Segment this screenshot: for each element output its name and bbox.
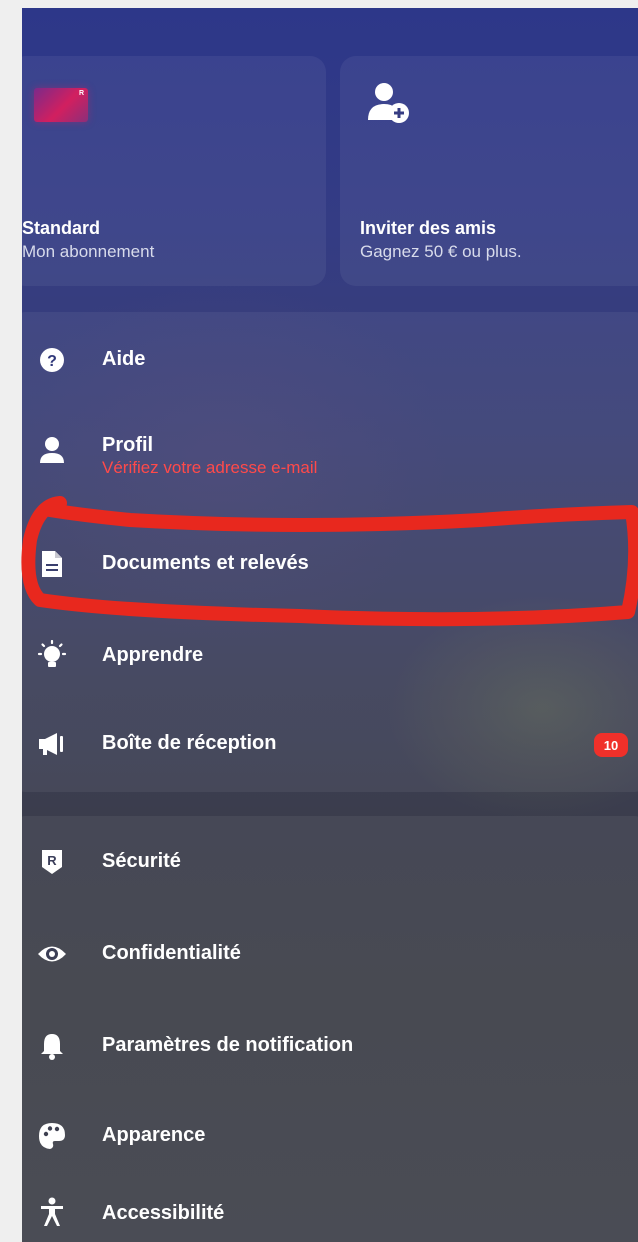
- menu-label: Apprendre: [102, 644, 204, 666]
- add-user-icon: [368, 83, 409, 123]
- menu-label: Documents et relevés: [102, 552, 309, 574]
- menu-label: Aide: [102, 348, 146, 370]
- menu-item-documents[interactable]: Documents et relevés: [22, 534, 638, 594]
- plan-card[interactable]: R Standard Mon abonnement: [22, 56, 326, 286]
- lightbulb-icon: [36, 640, 68, 672]
- menu-item-apprendre[interactable]: Apprendre: [22, 626, 638, 686]
- menu-item-notifications[interactable]: Paramètres de notification: [22, 1016, 638, 1076]
- palette-icon: [36, 1120, 68, 1152]
- card-logo-text: R: [78, 90, 84, 97]
- svg-text:?: ?: [47, 353, 57, 370]
- menu-screen: R Standard Mon abonnement Inviter des am…: [22, 8, 638, 1242]
- menu-item-accessibilite[interactable]: Accessibilité: [22, 1184, 638, 1242]
- menu-item-profil[interactable]: Profil Vérifiez votre adresse e-mail: [22, 420, 638, 496]
- menu-item-securite[interactable]: R Sécurité: [22, 832, 638, 892]
- menu-item-aide[interactable]: ? Aide: [22, 330, 638, 390]
- menu-item-confidentialite[interactable]: Confidentialité: [22, 924, 638, 984]
- invite-friends-card[interactable]: Inviter des amis Gagnez 50 € ou plus.: [340, 56, 638, 286]
- menu-label: Boîte de réception: [102, 732, 277, 754]
- bell-icon: [36, 1030, 68, 1062]
- plan-subtitle: Mon abonnement: [22, 242, 155, 261]
- accessibility-icon: [36, 1196, 68, 1228]
- plan-card-image: R: [34, 88, 88, 122]
- plan-title: Standard: [22, 218, 101, 238]
- menu-item-apparence[interactable]: Apparence: [22, 1106, 638, 1166]
- menu-label: Apparence: [102, 1124, 206, 1146]
- menu-label: Profil: [102, 434, 154, 456]
- verify-email-warning[interactable]: Vérifiez votre adresse e-mail: [102, 458, 317, 478]
- megaphone-icon: [36, 728, 68, 760]
- eye-icon: [36, 938, 68, 970]
- menu-label: Confidentialité: [102, 942, 241, 964]
- menu-item-inbox[interactable]: Boîte de réception 10: [22, 714, 638, 774]
- svg-text:R: R: [47, 853, 57, 868]
- document-icon: [36, 548, 68, 580]
- menu-label: Sécurité: [102, 850, 181, 872]
- shield-r-icon: R: [36, 846, 68, 878]
- menu-label: Accessibilité: [102, 1202, 225, 1224]
- invite-title: Inviter des amis: [360, 218, 497, 238]
- unread-count-badge: 10: [594, 733, 628, 757]
- invite-subtitle: Gagnez 50 € ou plus.: [360, 242, 522, 261]
- help-icon: ?: [36, 344, 68, 376]
- user-icon: [36, 434, 68, 466]
- menu-label: Paramètres de notification: [102, 1034, 354, 1056]
